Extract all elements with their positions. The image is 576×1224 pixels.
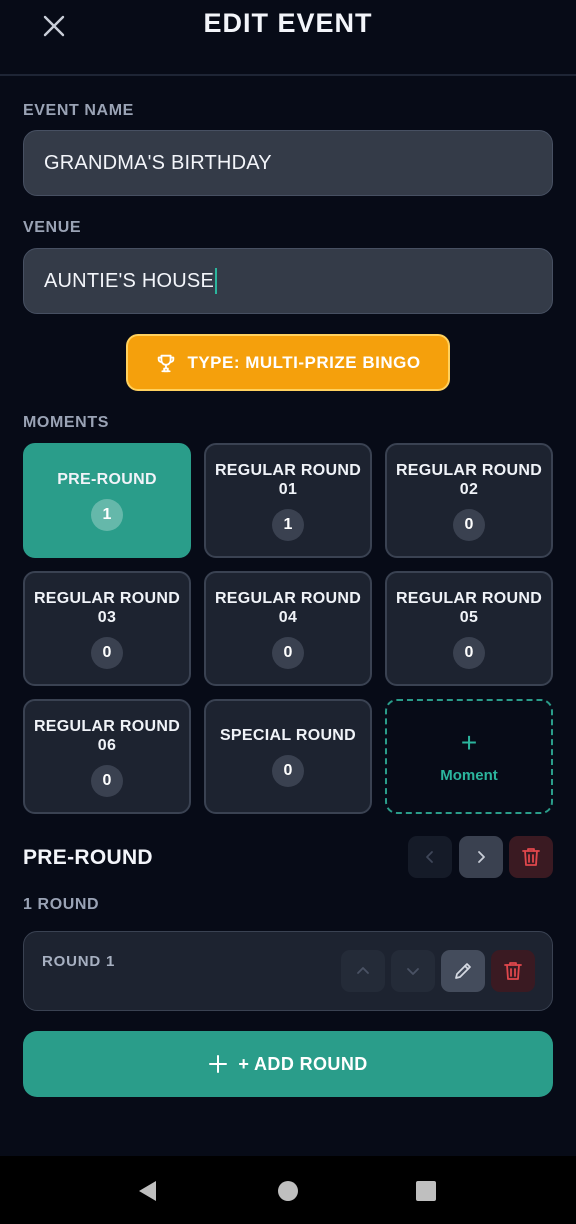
delete-moment-button[interactable] [509, 836, 553, 878]
pencil-icon [455, 963, 471, 979]
app-header: EDIT EVENT [0, 0, 576, 76]
moment-card-pre-round[interactable]: PRE-ROUND 1 [23, 443, 191, 558]
home-button[interactable] [275, 1178, 301, 1204]
chevron-right-icon [478, 851, 485, 863]
moment-count-badge: 1 [91, 499, 123, 531]
venue-value: AUNTIE'S HOUSE [44, 269, 214, 292]
event-type-button[interactable]: TYPE: MULTI-PRIZE BINGO [126, 334, 450, 391]
moment-card-regular-round-01[interactable]: REGULAR ROUND 01 1 [204, 443, 372, 558]
trash-icon [522, 848, 540, 866]
event-type-label: TYPE: MULTI-PRIZE BINGO [187, 352, 421, 372]
moment-name: REGULAR ROUND 04 [214, 589, 362, 626]
round-count-label: 1 ROUND [23, 896, 100, 913]
trash-icon [504, 962, 522, 980]
trophy-icon [158, 354, 175, 372]
moment-card-regular-round-02[interactable]: REGULAR ROUND 02 0 [385, 443, 553, 558]
moment-count-badge: 0 [272, 636, 304, 669]
event-name-label: EVENT NAME [23, 102, 134, 119]
home-icon [278, 1181, 298, 1201]
moment-name: PRE-ROUND [57, 471, 157, 488]
venue-label: VENUE [23, 219, 82, 236]
moment-name: REGULAR ROUND 01 [214, 461, 362, 498]
back-button[interactable] [135, 1178, 161, 1204]
text-caret [214, 268, 217, 294]
previous-moment-button[interactable] [408, 836, 452, 878]
venue-field[interactable]: AUNTIE'S HOUSE [23, 248, 553, 314]
edit-round-button[interactable] [441, 950, 485, 992]
moment-count-badge: 0 [453, 508, 485, 541]
round-row[interactable]: ROUND 1 [23, 931, 553, 1011]
system-nav-bar [0, 1156, 576, 1224]
move-round-up-button[interactable] [341, 950, 385, 992]
next-moment-button[interactable] [459, 836, 503, 878]
add-moment-label: Moment [440, 767, 498, 784]
moment-name: REGULAR ROUND 02 [395, 461, 543, 498]
add-round-button[interactable]: + ADD ROUND [23, 1031, 553, 1097]
back-icon [139, 1181, 156, 1201]
add-moment-button[interactable]: + Moment [385, 699, 553, 814]
moment-card-regular-round-04[interactable]: REGULAR ROUND 04 0 [204, 571, 372, 686]
chevron-up-icon [357, 967, 369, 974]
moments-label: MOMENTS [23, 414, 109, 431]
move-round-down-button[interactable] [391, 950, 435, 992]
chevron-left-icon [426, 851, 433, 863]
moment-card-regular-round-06[interactable]: REGULAR ROUND 06 0 [23, 699, 191, 814]
recents-button[interactable] [413, 1178, 439, 1204]
selected-moment-title: PRE-ROUND [23, 846, 153, 869]
moment-count-badge: 0 [272, 755, 304, 787]
moments-grid: PRE-ROUND 1 REGULAR ROUND 01 1 REGULAR R… [23, 443, 553, 814]
plus-icon: + [460, 727, 478, 758]
moment-name: SPECIAL ROUND [219, 727, 357, 744]
moment-card-special-round[interactable]: SPECIAL ROUND 0 [204, 699, 372, 814]
event-name-field[interactable]: GRANDMA'S BIRTHDAY [23, 130, 553, 196]
chevron-down-icon [407, 968, 419, 975]
moment-count-badge: 1 [272, 508, 304, 541]
moment-card-regular-round-03[interactable]: REGULAR ROUND 03 0 [23, 571, 191, 686]
moment-name: REGULAR ROUND 06 [33, 717, 181, 754]
moment-card-regular-round-05[interactable]: REGULAR ROUND 05 0 [385, 571, 553, 686]
event-name-value: GRANDMA'S BIRTHDAY [44, 151, 272, 174]
page-title: EDIT EVENT [203, 8, 373, 38]
moment-count-badge: 0 [453, 636, 485, 669]
moment-name: REGULAR ROUND 05 [395, 589, 543, 626]
round-name: ROUND 1 [42, 953, 116, 970]
plus-icon [209, 1055, 228, 1073]
moment-name: REGULAR ROUND 03 [33, 589, 181, 626]
recents-icon [416, 1181, 436, 1201]
moment-count-badge: 0 [91, 764, 123, 797]
moment-count-badge: 0 [91, 636, 123, 669]
add-round-label: + ADD ROUND [238, 1053, 368, 1074]
delete-round-button[interactable] [491, 950, 535, 992]
